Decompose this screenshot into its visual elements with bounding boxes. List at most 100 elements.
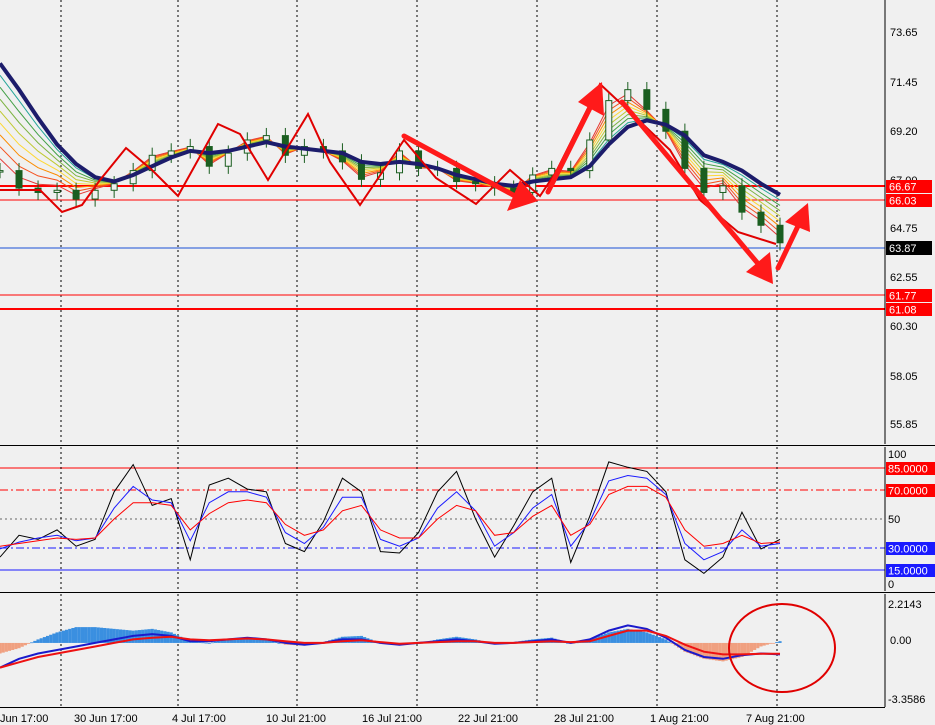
time-label: 22 Jul 21:00 <box>458 713 518 725</box>
macd-histogram-bar <box>1 642 5 653</box>
candle-body <box>567 167 575 172</box>
macd-histogram-bar <box>90 627 94 643</box>
candle-body <box>0 170 4 173</box>
stoch-tick: 0 <box>888 579 894 591</box>
price-tick: 73.65 <box>890 27 918 39</box>
stoch-tick: 100 <box>888 449 906 461</box>
price-tag-61-08: 61.08 <box>889 305 917 317</box>
macd-histogram-bar <box>49 634 53 643</box>
macd-panel <box>0 592 935 707</box>
macd-histogram-bar <box>762 642 766 646</box>
macd-histogram-bar <box>607 632 611 643</box>
macd-histogram-bar <box>277 642 281 644</box>
price-tick: 62.55 <box>890 272 918 284</box>
macd-histogram-bar <box>632 630 636 643</box>
price-tick: 71.45 <box>890 77 918 89</box>
time-label: 16 Jul 21:00 <box>362 713 422 725</box>
macd-histogram-bar <box>645 632 649 643</box>
stoch-tag-15: 15.0000 <box>888 566 928 578</box>
macd-histogram-bar <box>96 627 100 643</box>
macd-histogram-bar <box>746 642 750 654</box>
macd-tick: 2.2143 <box>888 599 922 611</box>
stoch-tag-70: 70.0000 <box>888 486 928 498</box>
macd-histogram-bar <box>36 639 40 643</box>
macd-histogram-bar <box>23 642 27 646</box>
time-label: 1 Aug 21:00 <box>650 713 709 725</box>
time-label: 30 Jun 17:00 <box>74 713 138 725</box>
macd-histogram-bar <box>112 628 116 643</box>
macd-histogram-bar <box>765 642 769 645</box>
macd-histogram-bar <box>604 633 608 643</box>
macd-histogram-bar <box>68 628 72 643</box>
macd-histogram-bar <box>207 642 211 644</box>
macd-histogram-bar <box>33 640 37 643</box>
candle-body <box>72 189 80 200</box>
price-tick: 64.75 <box>890 223 918 235</box>
macd-histogram-bar <box>115 629 119 643</box>
macd-histogram-bar <box>87 627 91 643</box>
macd-histogram-bar <box>610 631 614 643</box>
macd-histogram-bar <box>0 642 2 654</box>
macd-histogram-bar <box>84 627 88 643</box>
candle-body <box>472 181 480 185</box>
stochastic-panel <box>0 445 935 591</box>
price-scale[interactable]: 73.65 71.45 69.20 67.00 64.75 62.55 60.3… <box>886 27 932 431</box>
macd-histogram-bar <box>654 635 658 643</box>
price-tick: 55.85 <box>890 419 918 431</box>
macd-histogram-bar <box>172 633 176 643</box>
macd-histogram-bar <box>93 627 97 643</box>
macd-histogram-bar <box>42 637 46 643</box>
macd-histogram-bar <box>80 627 85 643</box>
macd-histogram-bar <box>667 641 671 643</box>
macd-histogram-bar <box>664 639 668 643</box>
macd-histogram-bar <box>147 629 151 643</box>
macd-histogram-bar <box>17 642 21 649</box>
trading-chart: 73.65 71.45 69.20 67.00 64.75 62.55 60.3… <box>0 0 935 725</box>
macd-histogram-bar <box>7 642 12 651</box>
price-tick: 69.20 <box>890 126 918 138</box>
macd-histogram-bar <box>74 627 78 643</box>
stoch-tag-30: 30.0000 <box>888 544 928 556</box>
candle-body <box>357 161 365 180</box>
macd-histogram-bar <box>64 629 69 643</box>
current-price-tag: 63.87 <box>889 243 917 255</box>
macd-scale[interactable]: 2.2143 0.00 -3.3586 <box>888 599 925 706</box>
macd-histogram-bar <box>657 637 662 643</box>
macd-histogram-bar <box>210 642 215 644</box>
macd-histogram-bar <box>759 642 763 647</box>
macd-histogram-bar <box>58 631 62 643</box>
stoch-scale[interactable]: 100 50 0 85.0000 70.0000 30.0000 15.0000 <box>886 449 935 591</box>
candle-body <box>110 183 118 191</box>
macd-histogram-bar <box>204 642 208 644</box>
macd-histogram-bar <box>26 642 31 644</box>
macd-histogram-bar <box>52 633 56 643</box>
macd-histogram-bar <box>749 642 754 652</box>
candle-body <box>262 135 270 141</box>
macd-tick: -3.3586 <box>888 694 925 706</box>
time-label: Jun 17:00 <box>0 713 48 725</box>
macd-histogram-bar <box>768 642 773 644</box>
macd-tick: 0.00 <box>890 635 911 647</box>
macd-histogram-bar <box>775 642 779 643</box>
stoch-tag-85: 85.0000 <box>888 464 928 476</box>
macd-histogram-bar <box>214 641 218 643</box>
macd-histogram-bar <box>756 642 760 649</box>
candle-body <box>53 189 61 193</box>
time-label: 4 Jul 17:00 <box>172 713 226 725</box>
macd-histogram-bar <box>14 642 18 650</box>
time-axis[interactable]: Jun 17:00 30 Jun 17:00 4 Jul 17:00 10 Ju… <box>0 713 805 725</box>
candle-body <box>624 89 632 102</box>
macd-histogram-bar <box>30 642 34 644</box>
macd-histogram-bar <box>137 630 142 643</box>
macd-histogram-bar <box>635 630 639 643</box>
macd-histogram-bar <box>661 638 665 643</box>
macd-histogram-bar <box>4 642 8 652</box>
candle-body <box>91 189 99 200</box>
candle-body <box>719 185 727 193</box>
candle-body <box>224 152 232 167</box>
macd-histogram-bar <box>71 627 75 643</box>
macd-histogram-bar <box>11 642 15 650</box>
macd-histogram-bar <box>201 642 205 644</box>
price-tag-61-77: 61.77 <box>889 291 917 303</box>
candle-body <box>167 150 175 156</box>
